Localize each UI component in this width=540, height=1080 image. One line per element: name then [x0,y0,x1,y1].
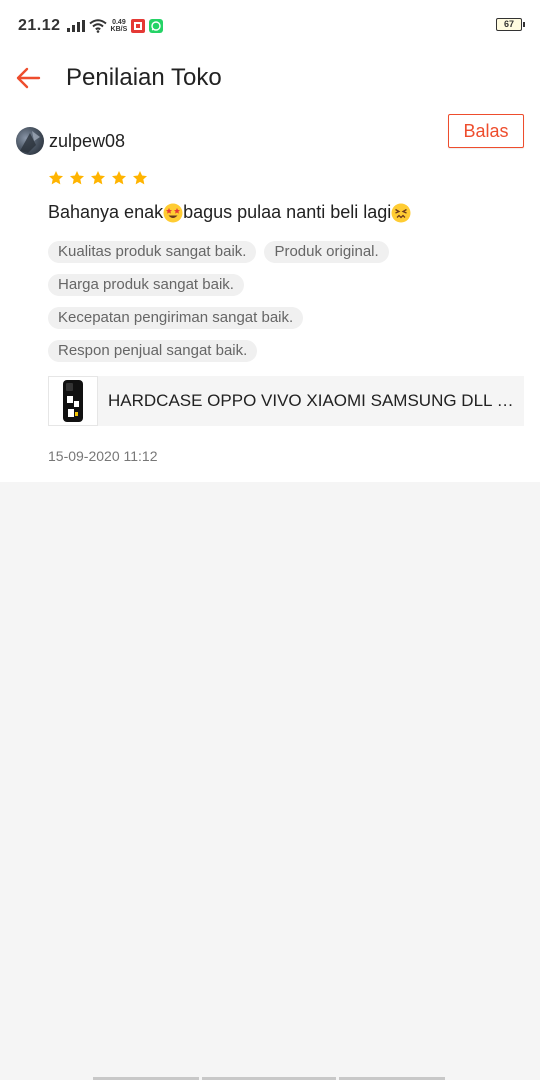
arrow-left-icon [16,67,41,89]
avatar-image [20,131,40,153]
review-tag: Respon penjual sangat baik. [48,340,258,362]
star-icon [91,171,105,185]
product-thumbnail [48,376,98,426]
review-text: Bahanya enak bagus pulaa nanti beli lagi [48,202,524,223]
status-icons: 0.49 KB/S [66,19,164,33]
net-speed-unit: KB/S [110,26,128,33]
reply-button[interactable]: Balas [448,114,524,148]
star-icon [70,171,84,185]
status-time: 21.12 [18,17,61,34]
network-speed: 0.49 KB/S [111,19,128,33]
review-timestamp: 15-09-2020 11:12 [48,448,158,464]
status-bar: 21.12 0.49 KB/S 67 [0,0,540,52]
net-speed-value: 0.49 [112,19,126,26]
star-icon [49,171,63,185]
persevering-face-emoji-icon [391,203,411,222]
shopee-notification-icon [131,19,146,33]
header: Penilaian Toko [0,52,540,104]
whatsapp-icon [149,19,164,33]
star-struck-emoji-icon [163,203,183,222]
phone-case-image [63,380,83,422]
review-card: zulpew08 Balas Bahanya enak bagus pulaa … [0,104,540,482]
rating-stars [48,170,524,186]
review-tag: Kecepatan pengiriman sangat baik. [48,307,304,329]
product-name: HARDCASE OPPO VIVO XIAOMI SAMSUNG DLL SI… [108,391,514,410]
review-tag: Kualitas produk sangat baik. [48,241,257,263]
back-button[interactable] [14,64,42,92]
username[interactable]: zulpew08 [49,131,125,152]
review-text-part1: Bahanya enak [48,202,164,222]
page-title: Penilaian Toko [66,64,222,91]
star-icon [133,171,147,185]
star-icon [112,171,126,185]
signal-icon [66,20,85,32]
top-panel: 21.12 0.49 KB/S 67 Penilaian Toko zulpew… [0,0,540,482]
review-tag: Produk original. [264,241,389,263]
review-tags: Kualitas produk sangat baik. Produk orig… [48,241,508,362]
review-text-part2: bagus pulaa nanti beli lagi [183,202,392,222]
avatar[interactable] [16,127,44,155]
product-link[interactable]: HARDCASE OPPO VIVO XIAOMI SAMSUNG DLL SI… [48,376,524,426]
battery-icon: 67 [496,18,525,31]
review-tag: Harga produk sangat baik. [48,274,244,296]
wifi-icon [88,19,107,33]
